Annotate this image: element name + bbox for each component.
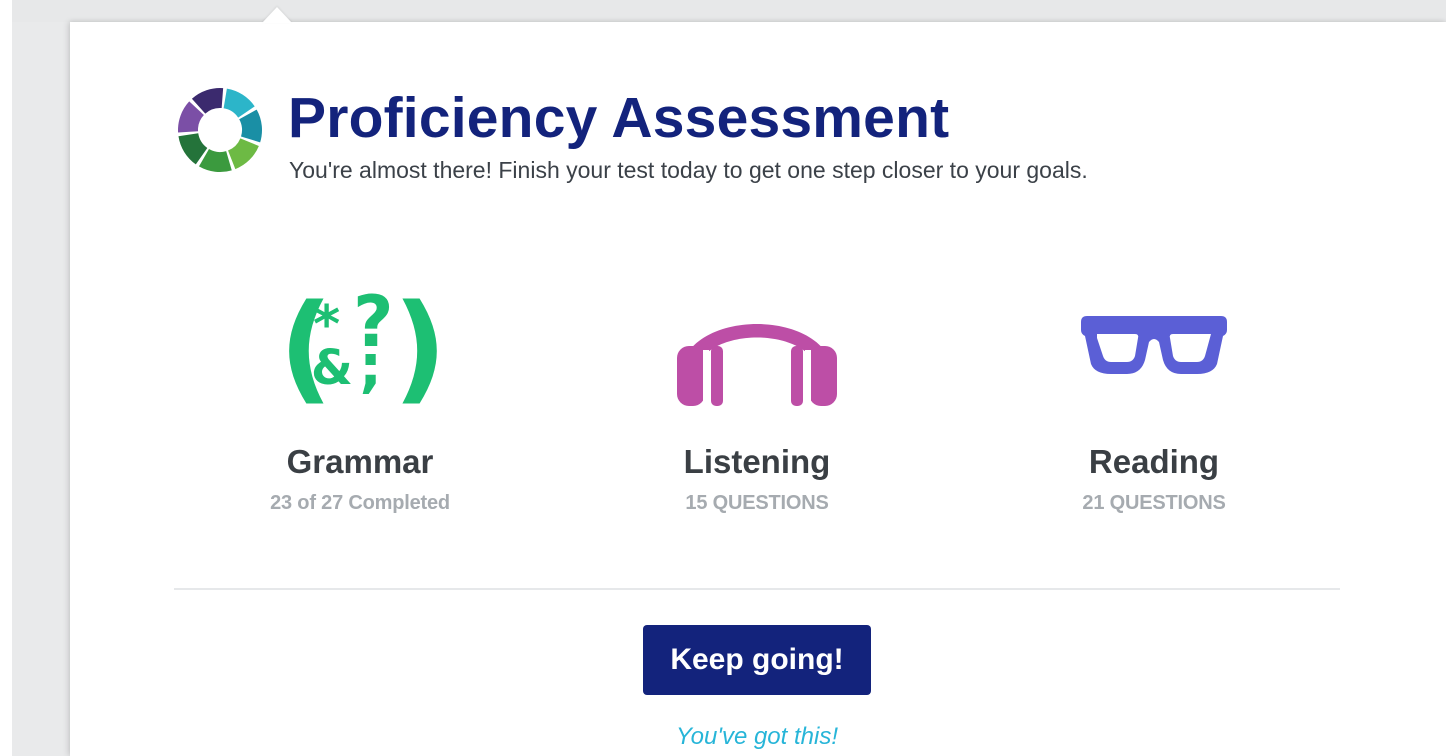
section-listening-label: Listening (683, 443, 831, 480)
section-reading: Reading 21 QUESTIONS (1004, 280, 1304, 514)
section-grammar: ( * ? & ; ) Grammar 23 of 27 Completed (210, 280, 510, 514)
keep-going-button[interactable]: Keep going! (643, 625, 871, 695)
page: Proficiency Assessment You're almost the… (0, 0, 1446, 756)
left-background-strip (0, 0, 12, 756)
svg-text:): ) (393, 280, 445, 410)
grammar-symbols-icon: ( * ? & ; ) (279, 280, 445, 410)
page-title: Proficiency Assessment (288, 86, 950, 150)
encouragement-text: You've got this! (675, 723, 839, 750)
divider (174, 588, 1340, 590)
section-grammar-label: Grammar (286, 443, 434, 480)
svg-text:;: ; (359, 332, 382, 400)
logo-segment (228, 138, 259, 170)
section-listening-count: 15 QUESTIONS (685, 492, 829, 514)
section-reading-count: 21 QUESTIONS (1082, 492, 1226, 514)
svg-text:&: & (311, 340, 353, 396)
page-subtitle: You're almost there! Finish your test to… (289, 157, 1088, 183)
section-grammar-progress: 23 of 27 Completed (270, 492, 450, 514)
top-background-strip (0, 0, 1446, 22)
section-listening: Listening 15 QUESTIONS (607, 280, 907, 514)
logo-segment (223, 88, 255, 118)
glasses-icon (1081, 316, 1227, 374)
popover-caret (262, 7, 292, 23)
section-reading-label: Reading (1088, 443, 1220, 480)
headphones-icon (677, 324, 837, 406)
segmented-ring-logo-icon (178, 88, 262, 172)
